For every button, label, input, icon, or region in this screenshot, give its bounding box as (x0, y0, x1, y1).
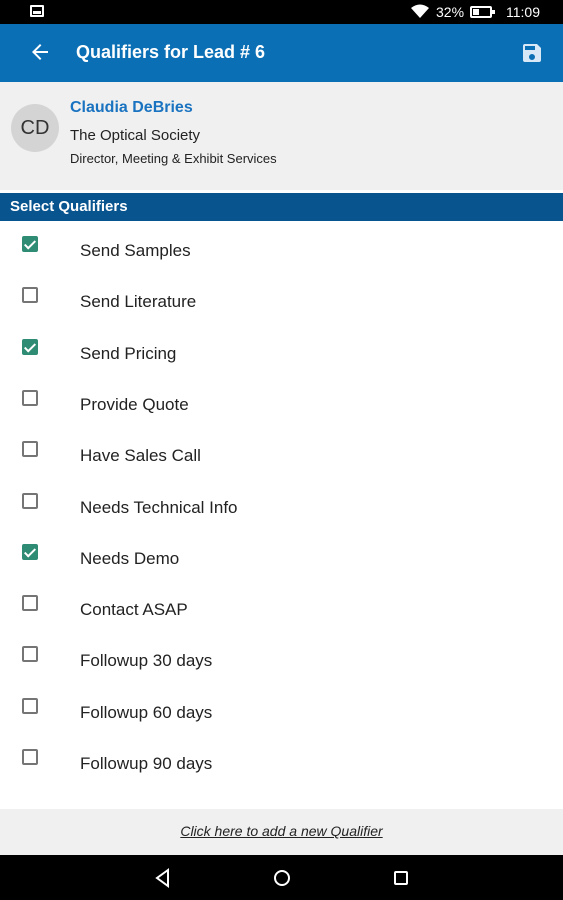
nav-bar (0, 855, 563, 900)
qualifier-label: Followup 60 days (80, 702, 213, 722)
qualifier-row[interactable]: Followup 30 days (0, 631, 563, 682)
qualifier-label: Send Samples (80, 241, 191, 260)
checkbox-unchecked[interactable] (22, 389, 38, 406)
contact-company: The Optical Society (70, 127, 201, 144)
footer: Click here to add a new Qualifier (0, 809, 563, 855)
qualifier-list: Send Samples Send Literature Send Pricing P… (0, 221, 563, 809)
section-header: Select Qualifiers (0, 193, 563, 221)
qualifier-row[interactable]: Followup 60 days (0, 683, 563, 734)
app-bar: Qualifiers for Lead # 6 (0, 24, 563, 82)
qualifier-row[interactable]: Needs Demo (0, 529, 563, 580)
checkbox-unchecked[interactable] (22, 287, 38, 304)
checkbox-unchecked[interactable] (22, 749, 38, 765)
checkbox-checked[interactable] (22, 543, 38, 560)
add-qualifier-link[interactable]: Click here to add a new Qualifier (180, 823, 382, 839)
qualifier-label: Followup 90 days (80, 754, 213, 773)
checkbox-unchecked[interactable] (22, 646, 38, 663)
avatar: CD (11, 104, 59, 152)
qualifier-row[interactable]: Followup 90 days (0, 734, 563, 785)
qualifier-label: Needs Technical Info (80, 497, 238, 517)
contact-name[interactable]: Claudia DeBries (70, 99, 193, 117)
qualifier-row[interactable]: Send Pricing (0, 324, 563, 375)
status-bar: 32% 11:09 (0, 0, 563, 24)
back-triangle-icon[interactable] (152, 867, 174, 889)
contact-job-title: Director, Meeting & Exhibit Services (70, 151, 277, 166)
qualifier-label: Provide Quote (80, 394, 189, 414)
battery-icon (470, 6, 495, 18)
qualifier-label: Send Literature (80, 292, 197, 312)
recents-square-icon[interactable] (390, 867, 412, 889)
checkbox-unchecked[interactable] (22, 492, 38, 509)
qualifier-row[interactable]: Needs Technical Info (0, 478, 563, 529)
back-arrow-glyph (32, 44, 48, 60)
qualifier-row[interactable]: Send Literature (0, 272, 563, 323)
qualifier-label: Send Pricing (80, 343, 177, 363)
qualifier-label: Have Sales Call (80, 446, 201, 466)
home-circle-icon[interactable] (271, 867, 293, 889)
contact-card: CD Claudia DeBries The Optical Society D… (0, 82, 563, 190)
checkbox-unchecked[interactable] (22, 595, 38, 612)
save-icon[interactable] (520, 41, 544, 65)
back-arrow-icon[interactable] (28, 40, 52, 64)
qualifier-row[interactable]: Send Samples (0, 221, 563, 272)
battery-percent: 32% (436, 4, 465, 20)
qualifier-label: Needs Demo (80, 548, 180, 568)
qualifier-row[interactable]: Have Sales Call (0, 426, 563, 477)
clock: 11:09 (506, 4, 540, 20)
wifi-icon (411, 4, 429, 18)
checkbox-checked[interactable] (22, 236, 38, 252)
notification-icon (30, 5, 44, 17)
qualifier-row[interactable]: Contact ASAP (0, 580, 563, 631)
page-title: Qualifiers for Lead # 6 (76, 42, 266, 62)
qualifier-label: Followup 30 days (80, 651, 213, 671)
checkbox-checked[interactable] (22, 338, 38, 355)
qualifier-row[interactable]: Provide Quote (0, 375, 563, 426)
qualifier-label: Contact ASAP (80, 600, 188, 620)
checkbox-unchecked[interactable] (22, 697, 38, 714)
checkbox-unchecked[interactable] (22, 441, 38, 458)
